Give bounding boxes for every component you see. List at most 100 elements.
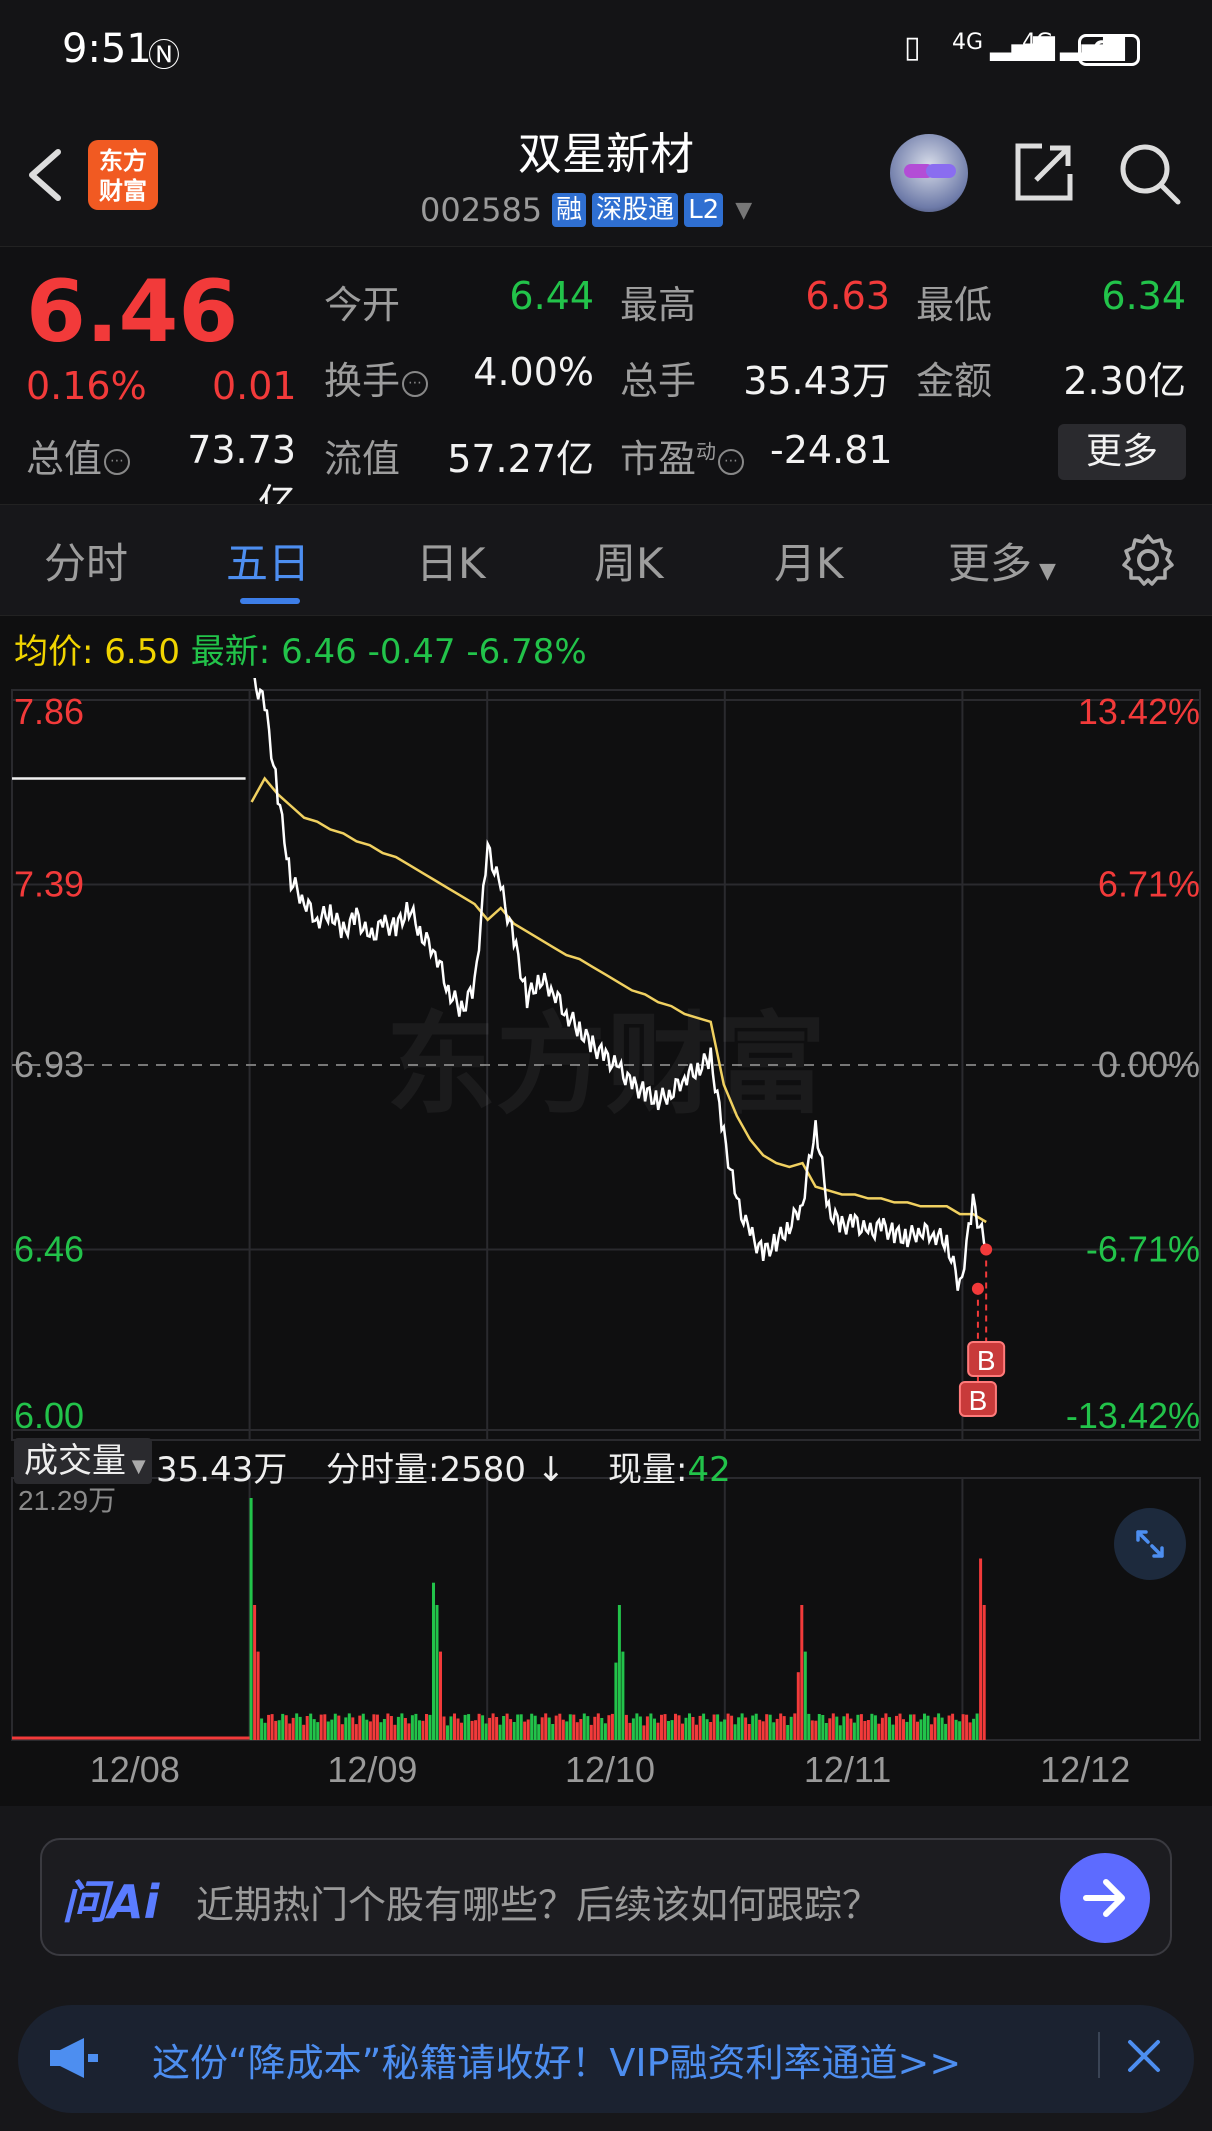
- volume-bar: [288, 1723, 292, 1740]
- pe-label[interactable]: 市盈动 ⋯: [620, 428, 745, 483]
- current-price: 6.46: [26, 262, 239, 362]
- volume-bar: [645, 1716, 649, 1740]
- share-icon[interactable]: [1012, 140, 1076, 204]
- volume-bar: [768, 1714, 772, 1740]
- tab-daily-k[interactable]: 日K: [416, 530, 486, 591]
- more-button[interactable]: 更多: [1058, 424, 1186, 480]
- volume-bar: [470, 1720, 474, 1740]
- volume-bar: [642, 1725, 646, 1740]
- x-axis-date-label: 12/12: [1040, 1749, 1130, 1790]
- volume-bar: [442, 1716, 446, 1740]
- volume-bar: [852, 1722, 856, 1740]
- ask-ai-placeholder[interactable]: 近期热门个股有哪些？后续该如何跟踪？: [196, 1874, 880, 1929]
- volume-bar: [789, 1716, 793, 1740]
- vibrate-icon: ▯: [904, 30, 921, 65]
- volume-frame: [11, 1477, 1201, 1741]
- chevron-down-icon[interactable]: ▼: [735, 198, 752, 223]
- volume-bar: [817, 1714, 821, 1740]
- tab-weekly-k[interactable]: 周K: [594, 530, 664, 591]
- info-icon[interactable]: ⋯: [718, 448, 745, 475]
- volume-bar: [898, 1713, 902, 1740]
- volume-bar: [895, 1715, 898, 1740]
- search-icon[interactable]: [1116, 140, 1182, 206]
- promo-text[interactable]: 这份“降成本”秘籍请收好！VIP融资利率通道>>: [152, 2032, 961, 2087]
- tab-monthly-k[interactable]: 月K: [774, 530, 844, 591]
- volume-bar: [723, 1719, 727, 1740]
- volume-bar: [407, 1723, 411, 1740]
- info-icon[interactable]: ⋯: [104, 448, 131, 475]
- y-tick-right: -6.71%: [1086, 1228, 1200, 1269]
- volume-selector[interactable]: 成交量 ▼: [14, 1438, 152, 1484]
- volume-bar: [368, 1721, 372, 1740]
- open-label: 今开: [324, 283, 401, 327]
- float-label: 流值: [324, 437, 401, 481]
- volume-bar: [807, 1713, 811, 1740]
- volume-bar: [719, 1721, 723, 1740]
- volume-bar: [484, 1723, 488, 1740]
- volume-bar: [803, 1651, 807, 1740]
- volume-bar: [544, 1713, 548, 1740]
- volume-bar: [814, 1720, 818, 1740]
- volume-bar: [684, 1717, 688, 1740]
- volume-total: 35.43万: [156, 1450, 288, 1490]
- volume-bar: [786, 1725, 790, 1740]
- volume-bar: [372, 1714, 376, 1740]
- volume-bar: [779, 1713, 783, 1740]
- volume-bar: [702, 1713, 706, 1740]
- mcap-label[interactable]: 总值 ⋯: [26, 428, 131, 483]
- tab-more[interactable]: 更多 ▼: [948, 530, 1056, 591]
- eastmoney-logo[interactable]: 东方 财富: [88, 140, 158, 210]
- y-tick-right: 13.42%: [1078, 691, 1200, 732]
- back-icon[interactable]: [22, 140, 72, 210]
- info-icon[interactable]: ⋯: [402, 370, 429, 397]
- latest-label: 最新:: [190, 632, 271, 672]
- tab-five-day[interactable]: 五日: [226, 530, 310, 591]
- volume-bar: [880, 1717, 884, 1740]
- ai-robot-avatar[interactable]: [890, 134, 968, 212]
- volume-bar: [705, 1719, 709, 1740]
- ai-logo: 问Ai: [62, 1875, 160, 1929]
- volume-bar: [740, 1713, 744, 1740]
- volume-bar: [305, 1716, 309, 1740]
- volume-bar: [937, 1713, 941, 1740]
- volume-bar: [856, 1714, 860, 1740]
- volume-bar: [439, 1651, 442, 1740]
- volume-bar: [253, 1605, 257, 1740]
- volume-bar: [425, 1714, 428, 1740]
- turnover-label[interactable]: 换手 ⋯: [324, 350, 429, 405]
- volume-bar: [375, 1714, 379, 1740]
- expand-icon[interactable]: [1114, 1508, 1186, 1580]
- volume-bar: [530, 1713, 534, 1740]
- volume-bar: [467, 1714, 471, 1740]
- volume-bar: [972, 1718, 976, 1740]
- volume-bar: [649, 1713, 653, 1740]
- volume-bar: [877, 1723, 881, 1740]
- y-tick-left: 7.39: [14, 863, 84, 904]
- close-icon[interactable]: [1114, 2026, 1174, 2086]
- volume-bar: [940, 1717, 944, 1740]
- volume-bar: [866, 1720, 870, 1740]
- volume-bar: [323, 1714, 327, 1740]
- volume-bar: [586, 1716, 590, 1740]
- volume-bar: [624, 1714, 628, 1740]
- five-day-chart[interactable]: 东方财富 7.86 13.42% 7.39 6.71% 6.93 0.00% 6.46 -6.7…: [0, 678, 1212, 1808]
- ask-submit-button[interactable]: [1060, 1853, 1150, 1943]
- volume-bar: [498, 1724, 502, 1740]
- volume-bar: [347, 1713, 351, 1740]
- megaphone-icon: [46, 2034, 102, 2082]
- tab-intraday[interactable]: 分时: [44, 530, 128, 591]
- settings-gear-icon[interactable]: [1120, 532, 1176, 588]
- chart-svg: 东方财富 7.86 13.42% 7.39 6.71% 6.93 0.00% 6.46 -6.7…: [11, 678, 1201, 1790]
- volume-bar: [891, 1724, 895, 1740]
- volume-bar: [873, 1715, 877, 1740]
- volume-bar: [838, 1725, 842, 1740]
- volume-bar: [382, 1719, 386, 1740]
- volume-bar: [607, 1715, 611, 1740]
- volume-bar: [403, 1718, 407, 1740]
- volume-bar: [365, 1719, 369, 1740]
- volume-bar: [947, 1715, 951, 1740]
- volume-bar: [481, 1715, 485, 1740]
- volume-bar: [432, 1582, 435, 1740]
- stock-code-row[interactable]: 002585 融 深股通 L2 ▼: [420, 190, 752, 230]
- volume-bar: [474, 1720, 478, 1740]
